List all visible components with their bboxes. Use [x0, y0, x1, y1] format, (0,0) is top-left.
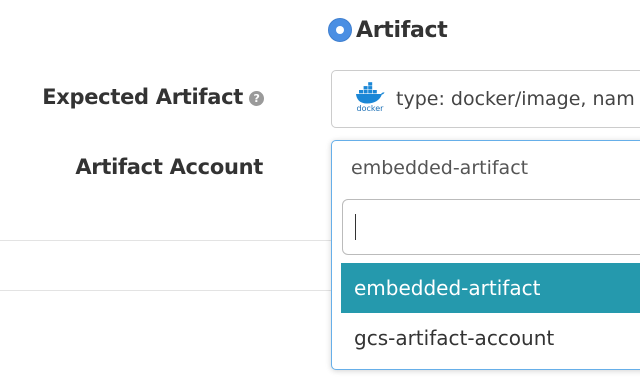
expected-artifact-value: type: docker/image, nam	[396, 88, 635, 110]
dropdown-option-label: gcs-artifact-account	[354, 326, 555, 350]
artifact-account-current-value[interactable]: embedded-artifact	[351, 157, 528, 179]
expected-artifact-label-text: Expected Artifact	[42, 85, 243, 109]
divider-line	[0, 240, 331, 241]
dropdown-option-label: embedded-artifact	[354, 276, 541, 300]
dropdown-option-gcs-artifact-account[interactable]: gcs-artifact-account	[341, 313, 640, 363]
artifact-radio-option[interactable]: Artifact	[328, 14, 448, 46]
artifact-account-label: Artifact Account	[75, 155, 263, 179]
radio-selected-dot	[336, 26, 344, 34]
text-cursor	[355, 214, 356, 240]
docker-logo-text: docker	[356, 104, 384, 113]
artifact-account-label-text: Artifact Account	[75, 155, 263, 179]
question-circle-icon[interactable]: ?	[249, 90, 264, 106]
expected-artifact-select[interactable]: docker type: docker/image, nam	[331, 70, 640, 128]
artifact-radio-label: Artifact	[356, 17, 448, 43]
dropdown-option-embedded-artifact[interactable]: embedded-artifact	[341, 263, 640, 313]
expected-artifact-label: Expected Artifact ?	[42, 85, 264, 109]
docker-logo-icon: docker	[354, 82, 386, 116]
divider-line	[0, 290, 331, 291]
docker-whale-icon	[356, 82, 385, 104]
artifact-account-search-input[interactable]	[342, 199, 640, 255]
artifact-radio-button[interactable]	[328, 18, 352, 42]
artifact-account-select[interactable]: embedded-artifact embedded-artifact gcs-…	[331, 140, 640, 370]
